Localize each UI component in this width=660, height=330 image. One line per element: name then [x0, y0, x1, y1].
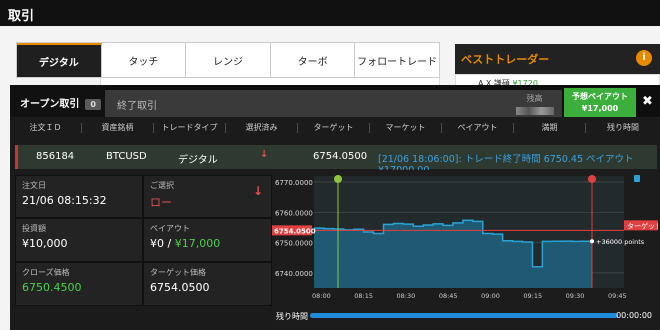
- target-edge-label: ターゲット: [627, 221, 658, 230]
- x-tick-label: 08:15: [354, 292, 373, 300]
- choice-cell: ご選択 ロー ↓: [143, 175, 272, 218]
- invest-cell: 投資額 ¥10,000: [15, 218, 143, 262]
- x-tick-label: 08:45: [439, 292, 458, 300]
- column-headers: 注文ＩＤ 資産銘柄 トレードタイプ 選択済み ターゲット マーケット ペイアウト…: [10, 117, 660, 139]
- expected-payout-button[interactable]: 予想ペイアウト ¥17,000: [564, 88, 636, 117]
- col-target: ターゲット: [298, 123, 370, 133]
- y-tick-label: 6740.0000: [275, 270, 313, 278]
- close-price-cell: クローズ価格 6750.4500: [15, 262, 143, 306]
- payout-label: ペイアウト: [150, 224, 190, 233]
- order-date-value: 21/06 08:15:32: [22, 194, 107, 207]
- target-price-value: 6754.0500: [150, 281, 210, 294]
- tab-follow-trade[interactable]: フォロートレード: [355, 43, 439, 77]
- balance-label: 残高: [526, 94, 543, 103]
- col-selected: 選択済み: [226, 123, 298, 133]
- trade-target: 6754.0500: [313, 151, 368, 162]
- close-price-value: 6750.4500: [22, 281, 82, 294]
- chart-svg: 6770.0000 6760.0000 6750.0000 6740.0000 6754…: [272, 175, 658, 300]
- col-payout: ペイアウト: [442, 123, 514, 133]
- arrow-down-icon: ↓: [260, 149, 269, 160]
- x-tick-label: 08:00: [312, 292, 331, 300]
- target-price-cell: ターゲット価格 6754.0500: [143, 262, 272, 306]
- x-tick-label: 09:00: [481, 292, 500, 300]
- x-tick-label: 08:30: [397, 292, 416, 300]
- choice-value: ロー: [150, 196, 172, 209]
- trade-id: 856184: [36, 151, 75, 162]
- entry-marker-icon: [334, 175, 342, 183]
- col-asset: 資産銘柄: [82, 123, 154, 133]
- col-trade-type: トレードタイプ: [154, 123, 226, 133]
- col-expiry: 満期: [514, 123, 586, 133]
- remaining-progress-bar: [310, 313, 618, 318]
- order-date-cell: 注文日 21/06 08:15:32: [15, 175, 143, 218]
- lock-icon: [634, 175, 640, 182]
- best-traders-title: ベストトレーダー: [461, 53, 550, 66]
- invest-label: 投資額: [22, 224, 46, 233]
- remaining-time: 00:00:00: [616, 311, 652, 320]
- open-trades-tab[interactable]: オープン取引 0: [10, 85, 105, 117]
- expiry-marker-icon: [588, 175, 596, 183]
- invest-value: ¥10,000: [22, 237, 68, 250]
- trade-panel: オープン取引 0 終了取引 残高 予想ペイアウト ¥17,000 ✖ 注文ＩＤ 資…: [10, 85, 660, 330]
- payout-button-amount: ¥17,000: [581, 104, 619, 113]
- choice-label: ご選択: [150, 181, 174, 190]
- x-tick-label: 09:15: [523, 292, 542, 300]
- close-icon[interactable]: ✖: [642, 94, 653, 109]
- last-price-dot: [590, 239, 594, 244]
- col-remaining: 残り時間: [607, 123, 639, 132]
- arrow-down-icon: ↓: [252, 184, 263, 198]
- target-tag-label: 6754.0500: [274, 227, 316, 235]
- y-tick-label: 6760.0000: [275, 209, 313, 217]
- x-tick-label: 09:30: [566, 292, 585, 300]
- open-trades-label: オープン取引: [20, 99, 80, 110]
- trade-type: デジタル: [178, 155, 218, 166]
- close-price-label: クローズ価格: [22, 268, 70, 277]
- open-count-badge: 0: [85, 99, 101, 110]
- y-tick-label: 6750.0000: [275, 240, 313, 248]
- closed-trades-tab[interactable]: 終了取引: [105, 90, 285, 117]
- payout-value-wrap: ¥0 / ¥17,000: [150, 237, 265, 250]
- balance-display: 残高: [507, 90, 562, 117]
- trade-row[interactable]: 856184 BTCUSD デジタル ↓ 6754.0500 [21/06 18…: [15, 145, 657, 176]
- panel-tab-bar: オープン取引 0 終了取引 残高 予想ペイアウト ¥17,000 ✖: [10, 85, 660, 117]
- payout-button-label: 予想ペイアウト: [572, 92, 628, 101]
- y-tick-label: 6770.0000: [275, 179, 313, 187]
- payout-value: ¥0 /: [150, 237, 175, 250]
- page-title: 取引: [8, 9, 35, 24]
- top-bar: 取引: [0, 0, 660, 26]
- trade-asset: BTCUSD: [106, 151, 147, 162]
- x-tick-label: 09:45: [608, 292, 627, 300]
- remaining-label: 残り時間: [276, 312, 308, 321]
- balance-value-blurred: [515, 107, 554, 115]
- info-icon[interactable]: i: [636, 50, 652, 66]
- col-order-id: 注文ＩＤ: [10, 123, 82, 133]
- trade-type-tabs: デジタル タッチ レンジ ターボ フォロートレード: [16, 42, 440, 78]
- payout-cell: ペイアウト ¥0 / ¥17,000: [143, 218, 272, 262]
- tab-bar-filler: [285, 90, 507, 117]
- col-market: マーケット: [370, 123, 442, 133]
- payout-max: ¥17,000: [174, 237, 221, 250]
- tab-range[interactable]: レンジ: [186, 43, 271, 77]
- price-chart: 6770.0000 6760.0000 6750.0000 6740.0000 6754…: [272, 170, 658, 328]
- target-price-label: ターゲット価格: [150, 268, 206, 277]
- best-traders-header: ベストトレーダー i: [455, 44, 660, 74]
- tab-touch[interactable]: タッチ: [102, 43, 187, 77]
- tab-turbo[interactable]: ターボ: [271, 43, 356, 77]
- tab-digital[interactable]: デジタル: [17, 43, 102, 77]
- order-date-label: 注文日: [22, 181, 46, 190]
- points-label: +36000 points: [596, 238, 645, 246]
